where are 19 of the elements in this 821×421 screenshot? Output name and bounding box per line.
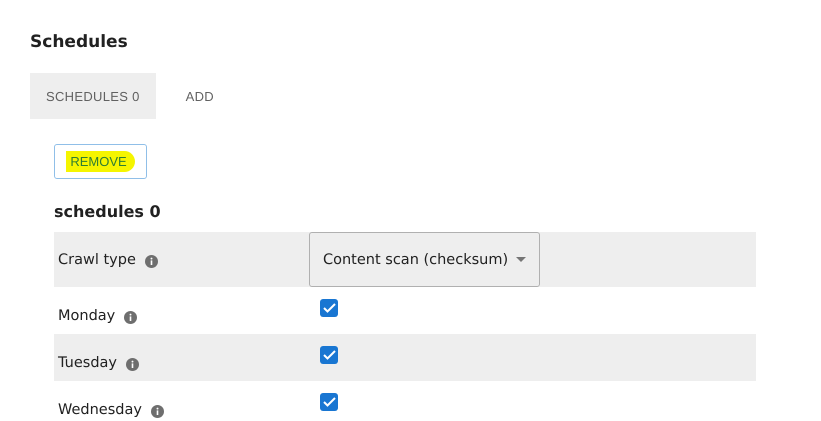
info-icon xyxy=(124,311,138,324)
checkbox[interactable] xyxy=(320,393,338,411)
crawl-type-select[interactable]: Content scan (checksum) xyxy=(309,232,540,287)
info-icon xyxy=(150,405,164,418)
tab[interactable]: ADD xyxy=(156,73,244,119)
field-label: Monday xyxy=(58,307,116,326)
section-title: schedules 0 xyxy=(54,201,162,223)
checkbox[interactable] xyxy=(320,346,338,364)
caret-icon xyxy=(516,256,526,262)
field-label: Wednesday xyxy=(58,401,142,420)
tab[interactable]: SCHEDULES 0 xyxy=(30,73,156,119)
page-heading: Schedules xyxy=(30,31,129,53)
info-icon xyxy=(144,255,158,268)
info-icon xyxy=(126,358,139,371)
field-label: Crawl type xyxy=(58,251,136,270)
highlighted-label: REMOVE xyxy=(66,151,135,172)
checkbox[interactable] xyxy=(320,299,338,317)
remove-button[interactable]: REMOVE xyxy=(54,144,147,179)
field-label: Tuesday xyxy=(58,354,117,373)
